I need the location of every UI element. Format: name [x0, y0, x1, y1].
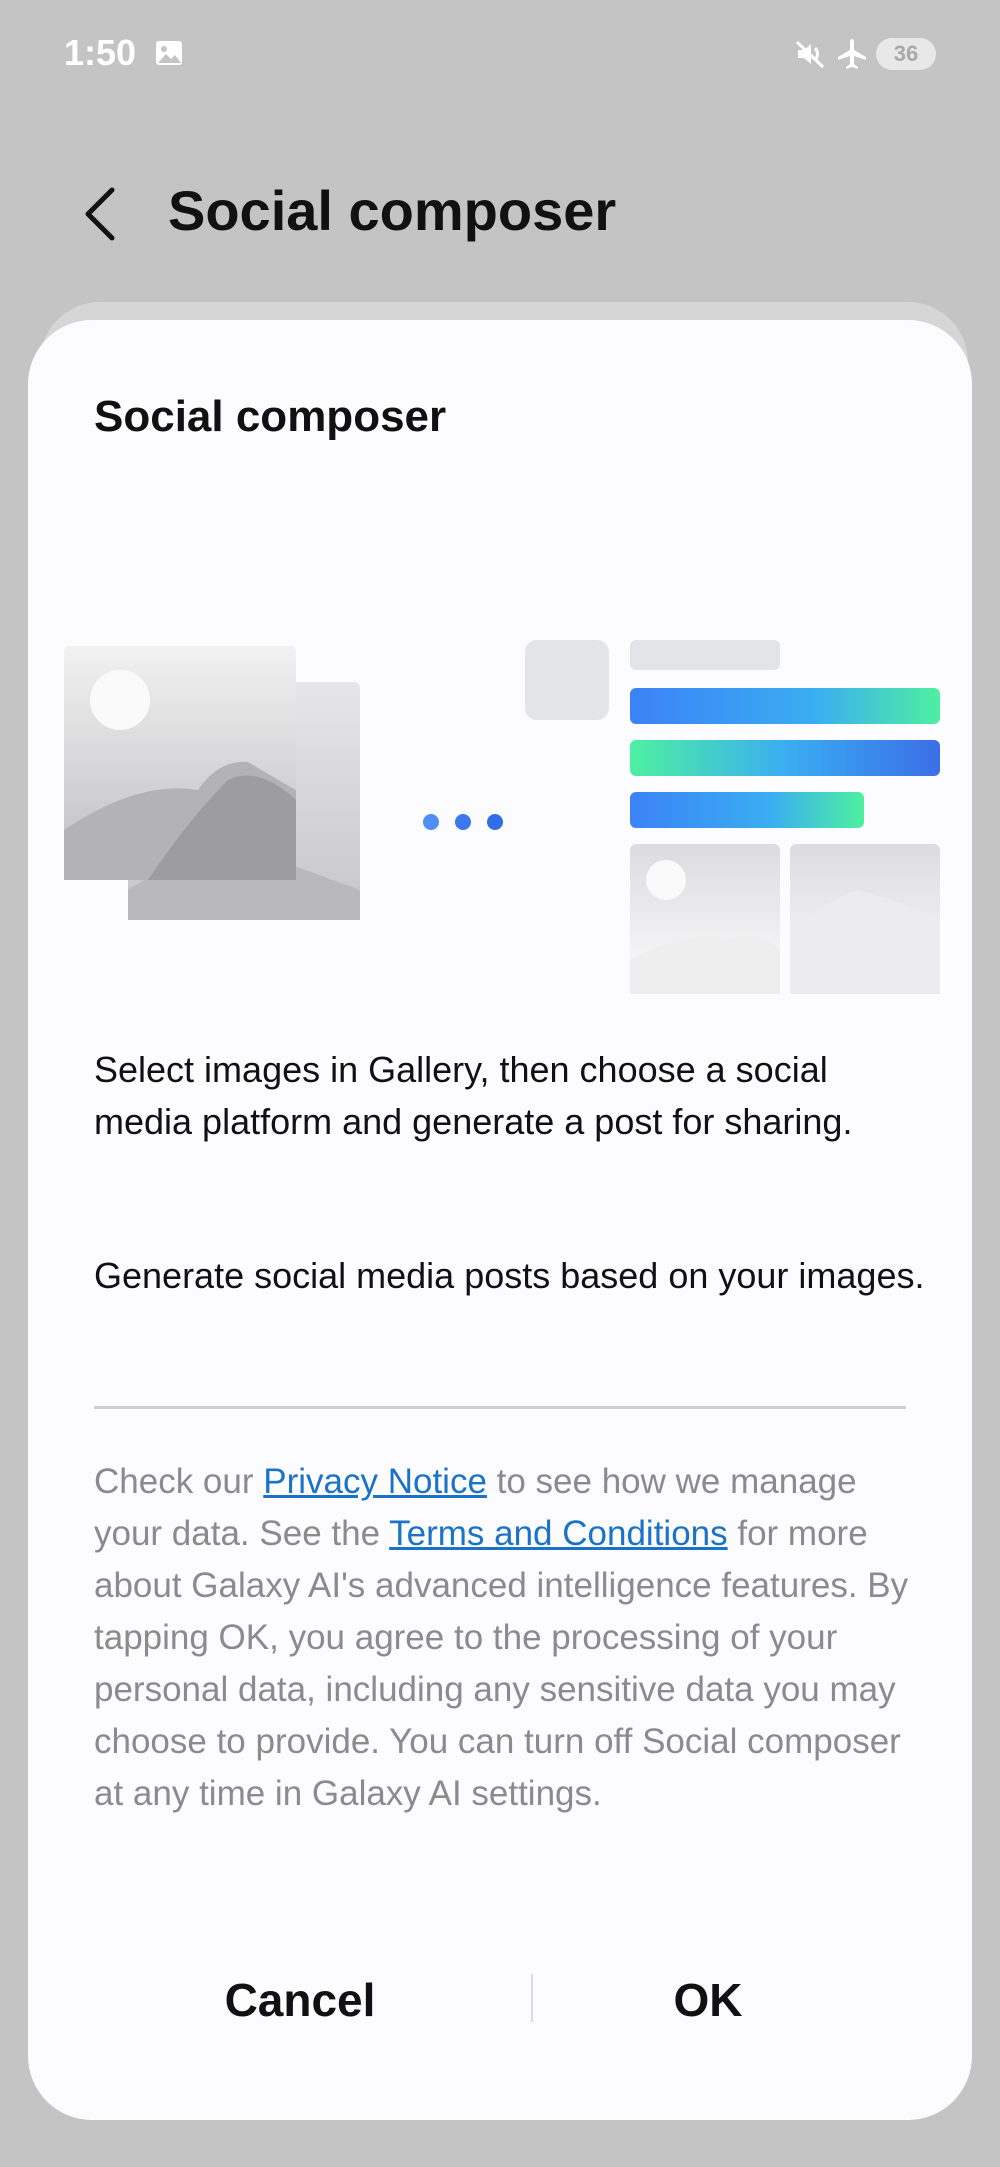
mute-icon: [795, 40, 825, 69]
status-bar: 1:50 36: [0, 0, 1000, 110]
description-primary: Select images in Gallery, then choose a …: [94, 1049, 853, 1142]
progress-dot: [455, 814, 471, 830]
battery-level: 36: [893, 41, 919, 66]
legal-text-1: Check our: [94, 1462, 264, 1501]
progress-dot: [487, 814, 503, 830]
chevron-left-icon[interactable]: [66, 176, 130, 252]
dialog-title: Social composer: [94, 392, 447, 441]
legal-text-3: for more about Galaxy AI's advanced inte…: [94, 1514, 909, 1813]
airplane-icon: [838, 39, 866, 69]
privacy-notice-link[interactable]: Privacy Notice: [263, 1462, 487, 1501]
legal-notice: Check our Privacy Notice to see how we m…: [94, 1456, 924, 1820]
cancel-button[interactable]: Cancel: [110, 1960, 490, 2040]
battery-indicator: 36: [876, 38, 936, 70]
status-time: 1:50: [64, 32, 137, 73]
divider: [94, 1406, 906, 1409]
consent-dialog: Social composer Select images in Gallery…: [28, 320, 972, 2120]
terms-and-conditions-link[interactable]: Terms and Conditions: [389, 1514, 728, 1553]
description-secondary: Generate social media posts based on you…: [94, 1255, 925, 1296]
ok-button[interactable]: OK: [518, 1960, 898, 2040]
page-title: Social composer: [168, 179, 617, 242]
image-icon: [156, 41, 182, 65]
social-composer-illustration: [64, 640, 940, 994]
progress-dot: [423, 814, 439, 830]
